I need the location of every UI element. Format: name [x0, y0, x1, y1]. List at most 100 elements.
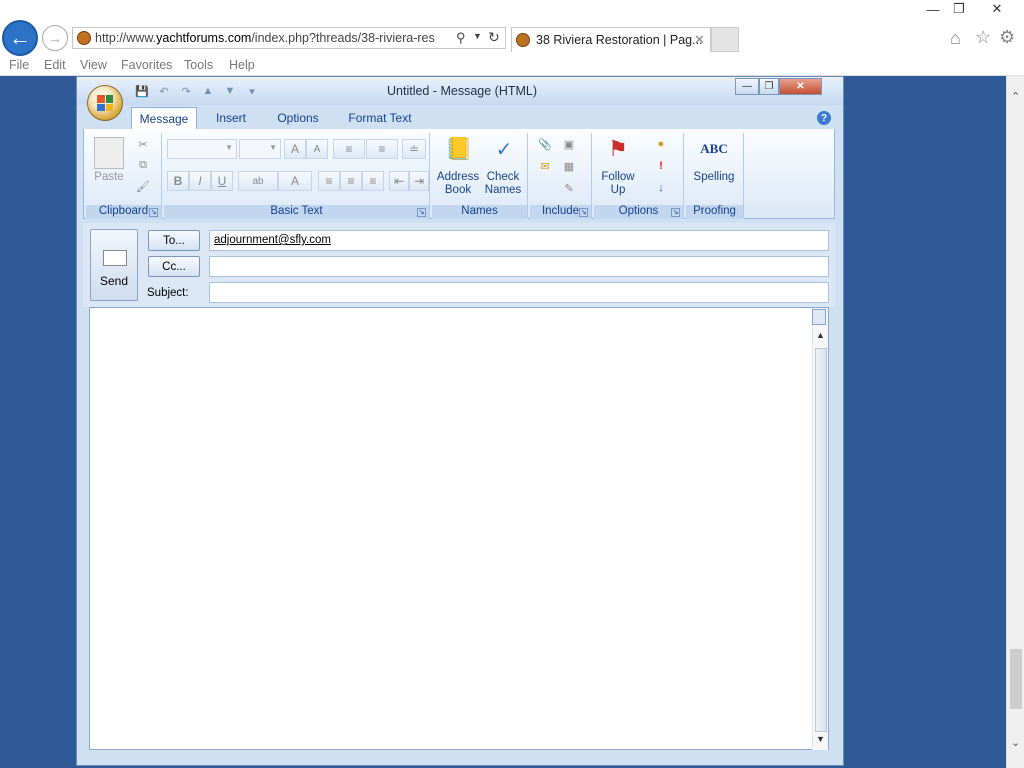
- tab-insert[interactable]: Insert: [203, 107, 259, 129]
- categorize-icon[interactable]: ●: [652, 135, 670, 153]
- browser-tab[interactable]: 38 Riviera Restoration | Pag... ✕: [511, 27, 711, 52]
- page-scrollbar[interactable]: ⌃ ⌄: [1006, 76, 1024, 768]
- tab-title: 38 Riviera Restoration | Pag...: [536, 33, 703, 47]
- attach-item-icon[interactable]: ✉: [536, 157, 554, 175]
- numbering-icon[interactable]: ≡: [366, 139, 398, 159]
- bullets-icon[interactable]: ≡: [333, 139, 365, 159]
- body-scrollbar-thumb[interactable]: [815, 348, 827, 732]
- align-center-icon[interactable]: ≡: [340, 171, 362, 191]
- follow-up-line2: Up: [610, 184, 626, 196]
- font-color-icon[interactable]: A: [278, 171, 312, 191]
- body-scrollbar[interactable]: ▲ ▼: [812, 308, 828, 750]
- tab-message[interactable]: Message: [131, 107, 197, 129]
- align-right-icon[interactable]: ≡: [362, 171, 384, 191]
- high-importance-icon[interactable]: !: [652, 157, 670, 175]
- scroll-up-icon[interactable]: ⌃: [1011, 90, 1020, 103]
- redo-icon[interactable]: ↷: [177, 83, 195, 99]
- low-importance-icon[interactable]: ↓: [652, 179, 670, 197]
- back-button[interactable]: ←: [2, 20, 38, 56]
- home-icon[interactable]: ⌂: [950, 28, 961, 49]
- ruler-toggle-icon[interactable]: [812, 309, 826, 325]
- increase-indent-icon[interactable]: ⇥: [409, 171, 429, 191]
- message-body-editor[interactable]: ▲ ▼: [89, 307, 829, 750]
- help-icon[interactable]: ?: [817, 111, 831, 125]
- new-tab-button[interactable]: [711, 27, 739, 52]
- forward-button[interactable]: →: [42, 25, 68, 51]
- menu-tools[interactable]: Tools: [184, 58, 213, 72]
- menu-file[interactable]: File: [9, 58, 29, 72]
- tab-options[interactable]: Options: [265, 107, 331, 129]
- browser-restore-button[interactable]: ❐: [946, 0, 972, 18]
- clipboard-group-label: Clipboard ↘: [86, 205, 161, 219]
- follow-up-button[interactable]: Follow Up: [594, 171, 642, 197]
- office-button[interactable]: [87, 85, 123, 121]
- font-size-select[interactable]: ▼: [239, 139, 281, 159]
- tab-format-text[interactable]: Format Text: [337, 107, 423, 129]
- check-names-line1: Check: [486, 171, 520, 183]
- office-logo-icon: [97, 95, 113, 111]
- send-button[interactable]: Send: [90, 229, 138, 301]
- spelling-icon: ABC: [700, 141, 728, 156]
- browser-minimize-button[interactable]: —: [920, 0, 946, 18]
- gear-icon[interactable]: ⚙: [999, 27, 1015, 48]
- scrollbar-thumb[interactable]: [1010, 649, 1022, 709]
- bold-icon[interactable]: B: [167, 171, 189, 191]
- paste-button[interactable]: Paste: [88, 171, 130, 184]
- dialog-launcher-icon[interactable]: ↘: [149, 208, 158, 217]
- align-left-icon[interactable]: ≡: [318, 171, 340, 191]
- decrease-indent-icon[interactable]: ⇤: [389, 171, 409, 191]
- to-button[interactable]: To...: [148, 230, 200, 251]
- spelling-button[interactable]: Spelling: [686, 171, 742, 184]
- copy-icon[interactable]: ⧉: [134, 156, 152, 174]
- business-card-icon[interactable]: ▣: [560, 135, 578, 153]
- menu-view[interactable]: View: [80, 58, 107, 72]
- window-minimize-button[interactable]: —: [735, 78, 759, 95]
- group-include: 📎 ▣ ✉ ▦ ✎ Include ↘: [530, 133, 592, 219]
- browser-close-button[interactable]: ✕: [984, 0, 1010, 18]
- window-close-button[interactable]: ✕: [779, 78, 822, 95]
- up-arrow-icon[interactable]: ▲: [199, 83, 217, 99]
- calendar-icon[interactable]: ▦: [560, 157, 578, 175]
- cc-button[interactable]: Cc...: [148, 256, 200, 277]
- check-names-line2: Names: [484, 184, 522, 196]
- signature-icon[interactable]: ✎: [560, 179, 578, 197]
- dropdown-arrow-icon[interactable]: ▼: [473, 31, 482, 41]
- scroll-down-icon[interactable]: ⌄: [1011, 736, 1020, 749]
- down-arrow-icon[interactable]: ▼: [221, 83, 239, 99]
- highlight-icon[interactable]: ab: [238, 171, 278, 191]
- address-book-button[interactable]: Address Book: [434, 171, 482, 197]
- save-icon[interactable]: 💾: [133, 83, 151, 99]
- shrink-font-icon[interactable]: A: [306, 139, 328, 159]
- attach-file-icon[interactable]: 📎: [536, 135, 554, 153]
- refresh-icon[interactable]: ↻: [488, 29, 500, 46]
- to-field[interactable]: adjournment@sfly.com: [209, 230, 829, 251]
- subject-field[interactable]: [209, 282, 829, 303]
- customize-qat-icon[interactable]: ▾: [243, 83, 261, 99]
- grow-font-icon[interactable]: A: [284, 139, 306, 159]
- scroll-down-icon[interactable]: ▼: [816, 734, 825, 744]
- address-url[interactable]: http://www.yachtforums.com/index.php?thr…: [95, 31, 435, 46]
- scroll-up-icon[interactable]: ▲: [816, 330, 825, 340]
- address-bar[interactable]: http://www.yachtforums.com/index.php?thr…: [72, 27, 506, 49]
- favorites-star-icon[interactable]: ☆: [975, 27, 991, 48]
- italic-icon[interactable]: I: [189, 171, 211, 191]
- dialog-launcher-icon[interactable]: ↘: [579, 208, 588, 217]
- styles-icon[interactable]: ≐: [402, 139, 426, 159]
- menu-favorites[interactable]: Favorites: [121, 58, 172, 72]
- underline-icon[interactable]: U: [211, 171, 233, 191]
- include-label: Include: [541, 205, 580, 217]
- menu-edit[interactable]: Edit: [44, 58, 66, 72]
- search-icon[interactable]: ⚲: [456, 30, 466, 46]
- menu-help[interactable]: Help: [229, 58, 255, 72]
- window-title: Untitled - Message (HTML): [387, 84, 538, 98]
- tab-close-icon[interactable]: ✕: [694, 32, 705, 48]
- cut-icon[interactable]: ✂: [134, 135, 152, 153]
- check-names-button[interactable]: Check Names: [480, 171, 526, 197]
- dialog-launcher-icon[interactable]: ↘: [417, 208, 426, 217]
- undo-icon[interactable]: ↶: [155, 83, 173, 99]
- format-painter-icon[interactable]: 🖌: [134, 177, 152, 195]
- window-restore-button[interactable]: ❐: [759, 78, 779, 95]
- cc-field[interactable]: [209, 256, 829, 277]
- font-name-select[interactable]: ▼: [167, 139, 237, 159]
- dialog-launcher-icon[interactable]: ↘: [671, 208, 680, 217]
